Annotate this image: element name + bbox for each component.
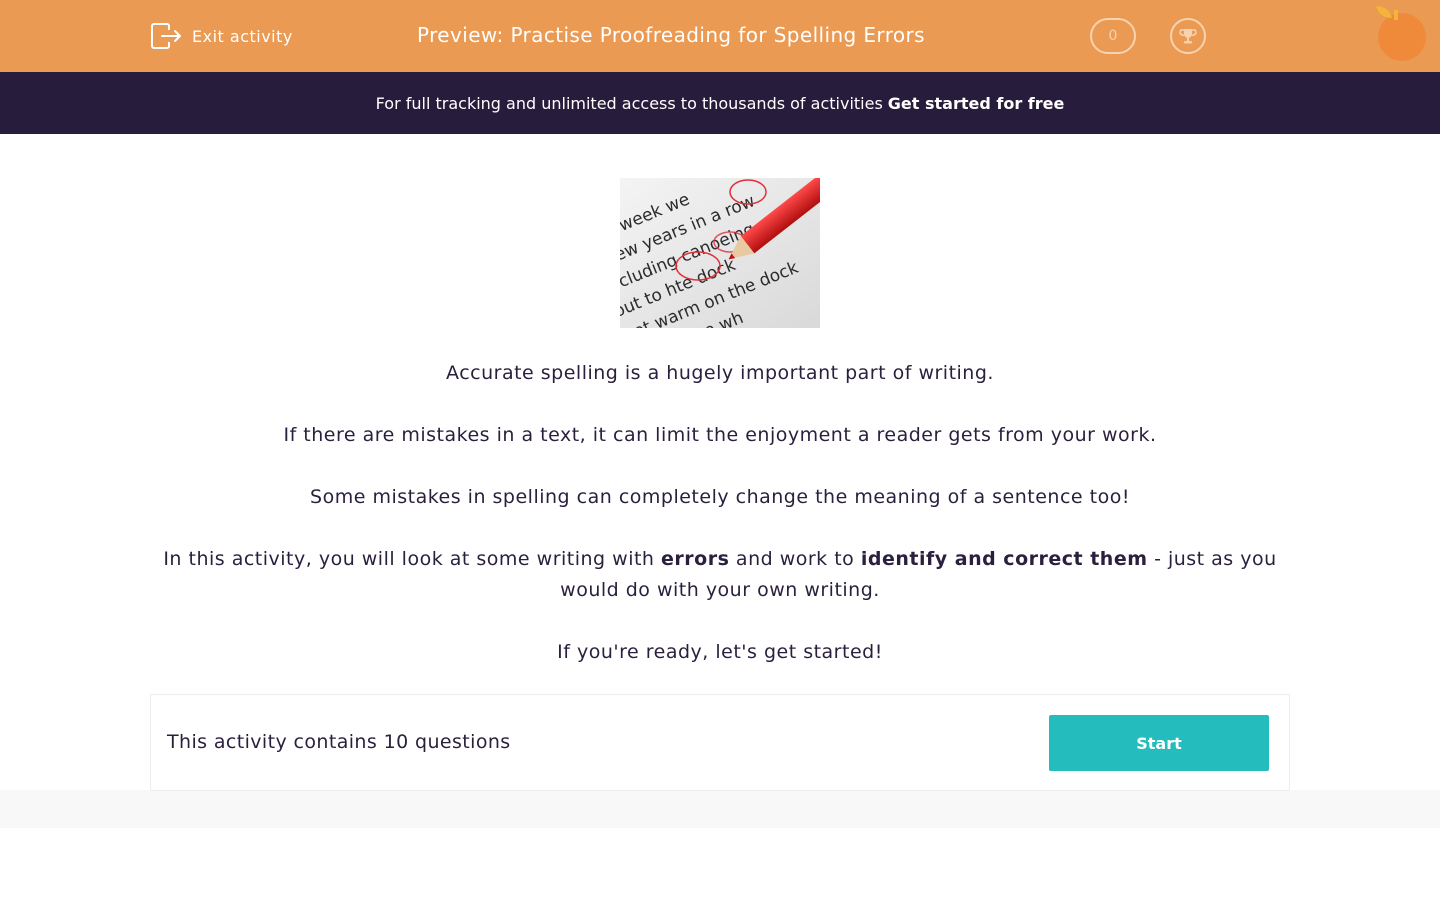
- get-started-link[interactable]: Get started for free: [888, 94, 1065, 113]
- exit-label: Exit activity: [192, 26, 293, 46]
- intro-text: Accurate spelling is a hugely important …: [150, 358, 1290, 699]
- intro-bold-identify: identify and correct them: [860, 548, 1148, 570]
- intro-paragraph-5: If you're ready, let's get started!: [557, 641, 883, 663]
- orange-logo: [1376, 6, 1426, 61]
- trophy-button[interactable]: [1170, 18, 1206, 54]
- exit-icon: [151, 23, 181, 49]
- intro-bold-errors: errors: [661, 548, 730, 570]
- footer-strip: [0, 790, 1440, 828]
- trophy-icon: [1179, 29, 1197, 44]
- exit-activity-button[interactable]: Exit activity: [150, 22, 293, 50]
- banner-text: For full tracking and unlimited access t…: [375, 93, 883, 113]
- promo-banner: For full tracking and unlimited access t…: [0, 72, 1440, 134]
- start-button[interactable]: Start: [1049, 715, 1269, 771]
- score-badge: 0: [1090, 18, 1136, 54]
- intro-text-part: and work to: [735, 548, 855, 570]
- page-title: Preview: Practise Proofreading for Spell…: [417, 23, 925, 47]
- proofreading-image: one week we a few years in a row includi…: [620, 178, 820, 328]
- question-count-text: This activity contains 10 questions: [167, 731, 511, 753]
- intro-paragraph-4: In this activity, you will look at some …: [150, 544, 1290, 606]
- intro-paragraph-2: If there are mistakes in a text, it can …: [283, 424, 1157, 446]
- intro-paragraph-1: Accurate spelling is a hugely important …: [446, 362, 994, 384]
- top-bar: Exit activity Preview: Practise Proofrea…: [0, 0, 1440, 72]
- intro-paragraph-3: Some mistakes in spelling can completely…: [310, 486, 1130, 508]
- intro-text-part: In this activity, you will look at some …: [163, 548, 655, 570]
- activity-card: This activity contains 10 questions Star…: [150, 694, 1290, 791]
